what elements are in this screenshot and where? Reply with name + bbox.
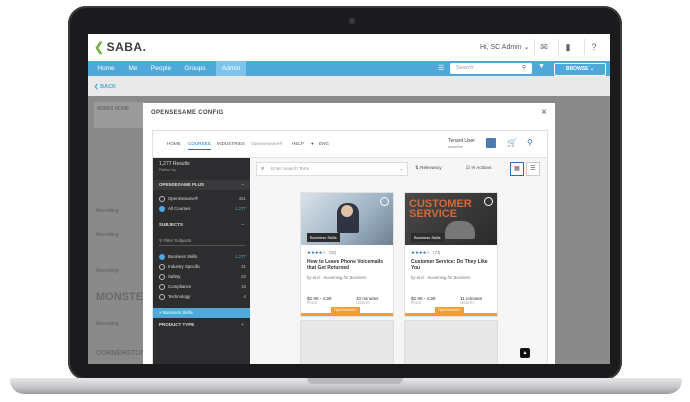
chevron-down-icon: ⌄: [523, 44, 530, 51]
radio-icon: [159, 196, 165, 202]
cart-icon[interactable]: 🛒: [507, 138, 517, 147]
category-badge: Business Skills: [307, 233, 340, 242]
filter-icon[interactable]: ▼: [538, 63, 545, 70]
nav-home[interactable]: Home: [94, 61, 118, 76]
section-product-type[interactable]: PRODUCT TYPE +: [153, 320, 250, 330]
tab-language[interactable]: ENG: [319, 141, 329, 146]
category-badge: Business Skills: [411, 233, 444, 242]
section-subjects[interactable]: SUBJECTS –: [153, 220, 250, 230]
expand-icon: +: [241, 322, 244, 327]
list-view-icon[interactable]: ☰: [526, 162, 540, 176]
tab-industries[interactable]: INDUSTRIES: [217, 141, 245, 146]
nav-me[interactable]: Me: [126, 61, 140, 76]
course-results: ⚲ Enter Search Term → ⇅ Relevancy ☑ ✉ Ac…: [256, 162, 544, 364]
select-icon[interactable]: [484, 197, 493, 206]
nav-search-input[interactable]: Search ⚲: [450, 63, 532, 74]
screen: ❮ SABA. Hi, SC Admin ⌄ ✉ ▮ ? Home Me Peop…: [88, 34, 610, 364]
mail-icon[interactable]: ✉: [534, 39, 553, 55]
top-bar: ❮ SABA. Hi, SC Admin ⌄ ✉ ▮ ?: [88, 34, 610, 62]
subject-safety[interactable]: Safety 22: [159, 274, 246, 280]
camera-icon: [349, 18, 355, 24]
search-icon: ⚲: [522, 65, 527, 71]
browse-button[interactable]: BROWSE ⌄: [554, 63, 606, 76]
search-icon: ⚲: [261, 166, 265, 171]
filter-sidebar: 1,277 Results Refine by OPENSESAME PLUS – …: [153, 158, 250, 364]
nav-admin[interactable]: Admin: [216, 61, 246, 76]
chat-icon[interactable]: ▲: [520, 348, 530, 358]
avatar[interactable]: [486, 138, 496, 148]
checkbox-icon: [159, 284, 165, 290]
course-length: 11 minutes LENGTH: [460, 296, 483, 305]
mail-icon: ✉: [471, 165, 476, 170]
star-rating: ★★★★★ (92): [307, 250, 337, 255]
laptop-base: [10, 378, 682, 394]
course-search-input[interactable]: ⚲ Enter Search Term →: [256, 162, 408, 176]
selected-filter-chip[interactable]: × Business Skills: [153, 308, 250, 318]
select-icon[interactable]: [380, 197, 389, 206]
tab-opensesame[interactable]: OpenSesame®: [251, 141, 282, 146]
course-author: by eLK - eLearning for Business: [307, 275, 367, 280]
checkbox-icon: ☑: [466, 165, 471, 170]
subject-business-skills[interactable]: Business Skills 1,277: [159, 254, 246, 260]
checkbox-icon: [159, 254, 165, 260]
opensesame-header: HOME COURSES INDUSTRIES OpenSesame® HELP…: [153, 131, 547, 158]
course-card-placeholder: [404, 320, 498, 364]
filter-subjects-input[interactable]: ⚲ Filter Subjects: [159, 238, 245, 246]
remove-icon[interactable]: ×: [159, 310, 162, 315]
subject-technology[interactable]: Technology 4: [159, 294, 246, 300]
saba-logo[interactable]: ❮ SABA.: [94, 40, 146, 54]
globe-icon: ●: [311, 141, 314, 146]
course-length: 10 minutes LENGTH: [356, 296, 379, 305]
search-icon: ⚲: [159, 238, 163, 243]
nav-groups[interactable]: Groups: [182, 61, 208, 76]
tab-help[interactable]: HELP: [292, 141, 304, 146]
sort-icon: ⇅: [415, 165, 419, 170]
course-card[interactable]: CUSTOMER SERVICE Business Skills ★★★★★ (74…: [404, 192, 498, 317]
star-rating: ★★★★★ (74): [411, 250, 441, 255]
checkbox-icon: [159, 264, 165, 270]
opensesame-config-modal: OPENSESAME CONFIG × HOME COURSES INDUSTR…: [143, 103, 555, 364]
results-count: 1,277 Results Refine by: [159, 161, 190, 172]
help-icon[interactable]: ?: [584, 39, 603, 55]
course-card-placeholder: [300, 320, 394, 364]
collapse-icon: –: [241, 182, 244, 187]
arrow-right-icon[interactable]: →: [399, 166, 404, 171]
course-title[interactable]: How to Leave Phone Voicemails that Get R…: [307, 259, 389, 271]
opensesame-frame: HOME COURSES INDUSTRIES OpenSesame® HELP…: [152, 130, 548, 364]
back-link[interactable]: ❮ BACK: [94, 84, 116, 90]
filter-all-courses[interactable]: All Courses 1,277: [159, 206, 246, 212]
admin-home-panel: ADMIN HOME: [94, 102, 144, 128]
radio-icon: [159, 206, 165, 212]
tenant-user[interactable]: Tenant User baseline: [448, 138, 475, 150]
bookmark-icon[interactable]: ▮: [558, 39, 577, 55]
tab-home[interactable]: HOME: [167, 141, 181, 146]
section-opensesame-plus[interactable]: OPENSESAME PLUS –: [153, 180, 250, 190]
main-nav: Home Me People Groups Admin ☰ Search ⚲ ▼ …: [88, 61, 610, 76]
close-icon[interactable]: ×: [541, 107, 547, 118]
course-author: by eLK - eLearning for Business: [411, 275, 471, 280]
subject-industry-specific[interactable]: Industry Specific 31: [159, 264, 246, 270]
sort-relevancy[interactable]: ⇅ Relevancy: [415, 165, 442, 171]
checkbox-icon: [159, 294, 165, 300]
collapse-icon: –: [241, 222, 244, 227]
leaf-icon: ❮: [94, 40, 105, 54]
search-icon[interactable]: ⚲: [527, 138, 533, 147]
course-card[interactable]: Business Skills ★★★★★ (92) How to Leave P…: [300, 192, 394, 317]
checkbox-icon: [159, 274, 165, 280]
nav-people[interactable]: People: [148, 61, 174, 76]
modal-title: OPENSESAME CONFIG: [151, 110, 224, 116]
subject-compliance[interactable]: Compliance 15: [159, 284, 246, 290]
course-price: $2.99 - 4.99 PRICE: [307, 296, 332, 305]
filter-opensesame[interactable]: OpenSesame® 461: [159, 196, 246, 202]
course-title[interactable]: Customer Service: Do They Like You: [411, 259, 493, 271]
course-price: $2.99 - 4.99 PRICE: [411, 296, 436, 305]
tab-courses[interactable]: COURSES: [188, 141, 211, 150]
actions-menu[interactable]: ☑ ✉ Actions: [466, 165, 491, 171]
user-menu[interactable]: Hi, SC Admin ⌄: [480, 43, 529, 51]
grid-view-icon[interactable]: ▦: [510, 162, 524, 176]
menu-icon[interactable]: ☰: [438, 64, 448, 73]
